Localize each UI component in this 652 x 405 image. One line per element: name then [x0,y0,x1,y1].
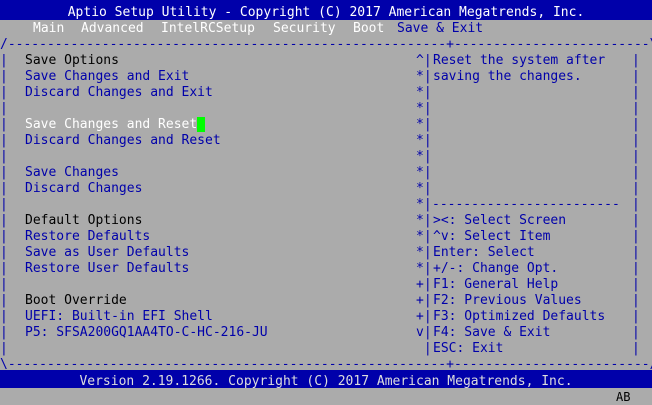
frame-right: | | | | | | | | | | | | | | | | | | | [632,53,640,356]
key-hint-f2: F2: Previous Values [433,293,582,308]
section-heading-save: Save Options [25,53,119,68]
tab-intelrcsetup[interactable]: IntelRCSetup [161,21,255,37]
menu-item-discard-changes[interactable]: Discard Changes [25,181,142,197]
cursor-block [197,117,206,132]
menu-item-save-changes[interactable]: Save Changes [25,165,119,181]
menu-item-save-user-defaults[interactable]: Save as User Defaults [25,245,189,261]
menu-item-discard-changes-and-exit[interactable]: Discard Changes and Exit [25,85,213,101]
tab-main[interactable]: Main [33,21,64,37]
help-text-line-2: saving the changes. [433,69,582,84]
section-heading-boot-override: Boot Override [25,293,127,308]
key-hint-f1: F1: General Help [433,277,559,292]
corner-label: AB [616,390,631,404]
menu-item-uefi-shell[interactable]: UEFI: Built-in EFI Shell [25,309,213,325]
frame-top: /---------------------------------------… [0,37,652,52]
app-title: Aptio Setup Utility - Copyright (C) 2017… [67,5,585,20]
key-hint-select-item: ^v: Select Item [433,229,551,244]
section-heading-defaults: Default Options [25,213,143,228]
tab-save-exit[interactable]: Save & Exit [395,21,486,37]
tab-advanced[interactable]: Advanced [81,21,144,37]
menu-item-save-changes-and-reset[interactable]: Save Changes and Reset [25,117,206,133]
help-divider: ------------------------ [432,197,620,212]
key-hint-enter: Enter: Select [433,245,535,260]
menu-item-restore-user-defaults[interactable]: Restore User Defaults [25,261,189,277]
key-hint-select-screen: ><: Select Screen [433,213,567,228]
key-hint-esc: ESC: Exit [433,341,504,356]
menu-item-p5-drive[interactable]: P5: SFSA200GQ1AA4TO-C-HC-216-JU [25,325,268,341]
help-text-line-1: Reset the system after [433,53,606,68]
menu-item-discard-changes-and-reset[interactable]: Discard Changes and Reset [25,133,221,149]
tab-security[interactable]: Security [273,21,336,37]
menu-item-save-changes-and-exit[interactable]: Save Changes and Exit [25,69,189,85]
key-hint-change-opt: +/-: Change Opt. [433,261,559,276]
version-text: Version 2.19.1266. Copyright (C) 2017 Am… [79,374,573,389]
menu-item-restore-defaults[interactable]: Restore Defaults [25,229,150,245]
key-hint-f3: F3: Optimized Defaults [433,309,606,324]
tab-boot[interactable]: Boot [353,21,384,37]
menu-item-label: Save Changes and Reset [25,117,198,132]
scrollbar[interactable]: ^| *| *| *| *| *| *| *| *| *| *| *| *| *… [416,53,432,357]
frame-left: | | | | | | | | | | | | | | | | | | | [0,53,8,356]
key-hint-f4: F4: Save & Exit [433,325,551,340]
